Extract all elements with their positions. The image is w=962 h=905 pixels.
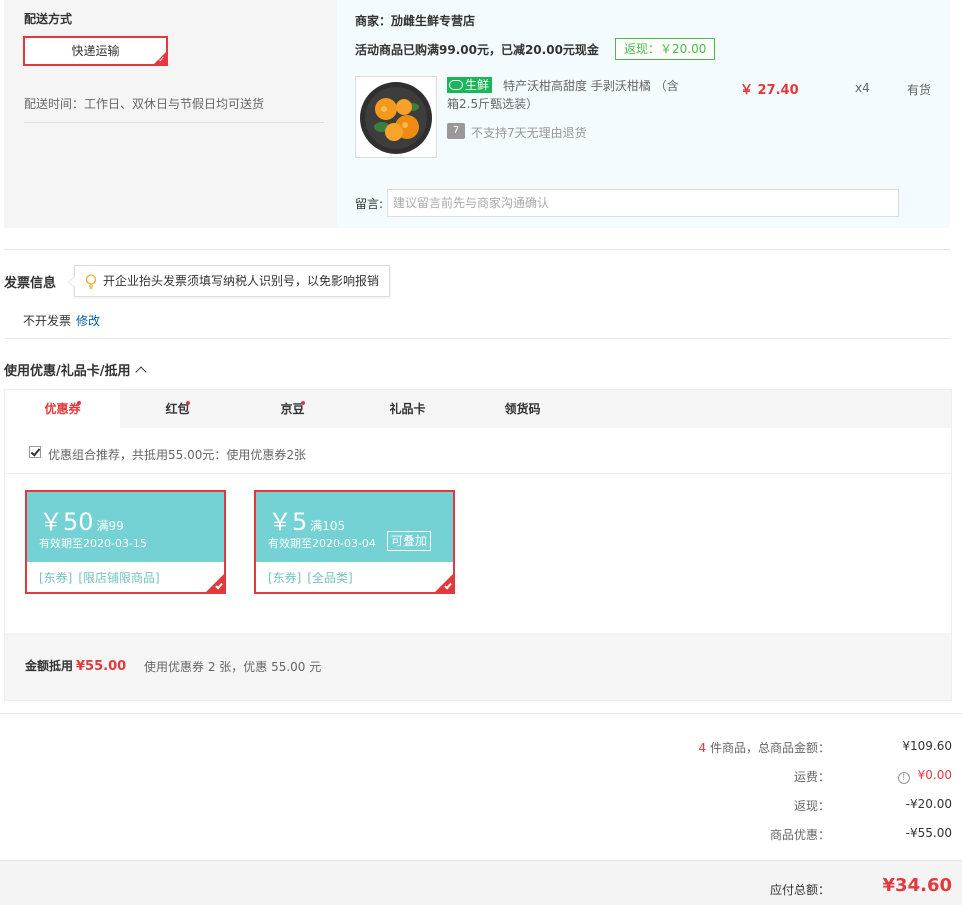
invoice-tip-text: 开企业抬头发票须填写纳税人识别号，以免影响报销 — [103, 274, 380, 288]
chevron-up-icon — [134, 366, 147, 378]
coupon-scope: [东券] [限店铺限商品] — [39, 569, 166, 586]
combo-text: 优惠组合推荐，共抵用55.00元：使用优惠券2张 — [48, 448, 306, 462]
total-amount: ¥109.60 — [902, 739, 952, 753]
coupon-list: 优惠组合推荐，共抵用55.00元：使用优惠券2张 ￥50 满99 有效期至2020… — [5, 428, 951, 633]
coupon-condition: 满99 — [96, 519, 124, 533]
tab-label: 领货码 — [504, 402, 541, 416]
summary-discount-row: 商品优惠： -¥55.00 — [0, 826, 962, 846]
coupon-value: ￥50 — [39, 508, 94, 536]
coupon-section-title: 使用优惠/礼品卡/抵用 — [4, 364, 131, 379]
coupon-expiry: 有效期至2020-03-15 — [39, 537, 147, 550]
payable-label: 应付总额： — [769, 883, 830, 897]
discount-amount: -¥55.00 — [905, 826, 952, 840]
shipping-amount: ¥0.00 — [917, 768, 952, 782]
payable-amount: ¥34.60 — [882, 875, 952, 896]
stock-status: 有货 — [907, 83, 932, 97]
tip-arrow-inner — [69, 277, 75, 287]
invoice-edit-link[interactable]: 修改 — [76, 314, 100, 328]
info-icon[interactable]: ! — [897, 772, 910, 784]
divider — [0, 713, 962, 714]
coupon-header: ￥5 满105 有效期至2020-03-04 可叠加 — [256, 492, 453, 562]
express-shipping-option[interactable]: 快递运输 ✓ — [23, 36, 168, 66]
tab-gift-card[interactable]: 礼品卡 — [350, 390, 465, 428]
summary-rebate-row: 返现： -¥20.00 — [0, 797, 962, 817]
coupon-card[interactable]: ￥5 满105 有效期至2020-03-04 可叠加 [东券] [全品类] — [254, 490, 455, 594]
rebate-badge: 返现：￥20.00 — [615, 38, 716, 60]
remark-label: 留言: — [355, 197, 384, 211]
coupon-panel: 优惠券 红包 京豆 礼品卡 领货码 优惠组合推荐，共抵用55.00元：使用优惠券… — [4, 389, 952, 701]
tab-jd-beans[interactable]: 京豆 — [235, 390, 350, 428]
summary-total-row: 4 件商品，总商品金额： ¥109.60 — [0, 739, 962, 759]
payable-bar: 应付总额： ¥34.60 — [0, 860, 962, 905]
shipping-label: 运费： — [793, 770, 830, 784]
divider — [4, 249, 950, 250]
divider — [4, 338, 950, 339]
discount-label: 商品优惠： — [769, 828, 830, 842]
dot-indicator — [186, 401, 190, 405]
tab-redeem-code[interactable]: 领货码 — [465, 390, 580, 428]
dot-indicator — [301, 401, 305, 405]
coupon-amount: ￥50 满99 — [39, 502, 124, 537]
coupon-tabs: 优惠券 红包 京豆 礼品卡 领货码 — [5, 390, 951, 428]
tab-label: 礼品卡 — [389, 402, 426, 416]
lightbulb-icon — [85, 274, 97, 289]
invoice-tip: 开企业抬头发票须填写纳税人识别号，以免影响报销 — [68, 265, 391, 297]
deduction-label: 金额抵用 ¥55.00 — [25, 657, 126, 674]
shipping-title: 配送方式 — [24, 12, 73, 26]
combo-recommendation: 优惠组合推荐，共抵用55.00元：使用优惠券2张 — [5, 428, 951, 474]
no-return-icon: 7 — [447, 123, 465, 139]
delivery-time: 配送时间：工作日、双休日与节假日均可送货 — [24, 95, 324, 123]
summary-shipping-row: 运费： ! ¥0.00 — [0, 768, 962, 788]
shipping-value: ! ¥0.00 — [897, 768, 952, 784]
check-icon: ✓ — [158, 55, 165, 64]
coupon-section-toggle[interactable]: 使用优惠/礼品卡/抵用 — [4, 360, 147, 379]
product-image[interactable] — [355, 76, 437, 158]
coupon-header: ￥50 满99 有效期至2020-03-15 — [27, 492, 224, 562]
combo-checkbox[interactable] — [29, 446, 41, 458]
tab-red-packets[interactable]: 红包 — [120, 390, 235, 428]
invoice-status-text: 不开发票 — [23, 314, 72, 328]
item-count-suffix: 件商品，总商品金额： — [706, 741, 830, 755]
fresh-tag: 生鲜 — [447, 77, 493, 93]
shop-section: 商家：劢雌生鲜专营店 活动商品已购满99.00元，已减20.00元现金 返现：￥… — [337, 0, 950, 228]
deduction-summary: 金额抵用 ¥55.00 使用优惠券 2 张，优惠 55.00 元 — [5, 633, 951, 701]
rebate-label: 返现： — [793, 799, 830, 813]
invoice-title: 发票信息 — [4, 276, 57, 291]
fresh-tag-icon — [449, 80, 463, 90]
coupon-amount: ￥5 满105 — [268, 502, 345, 537]
dot-indicator — [77, 401, 81, 405]
stackable-badge: 可叠加 — [387, 531, 432, 551]
summary-count-label: 4 件商品，总商品金额： — [699, 739, 830, 756]
remark-input[interactable] — [387, 189, 899, 217]
coupon-condition: 满105 — [310, 519, 346, 533]
order-package: 配送方式 快递运输 ✓ 配送时间：工作日、双休日与节假日均可送货 商家：劢雌生鲜… — [4, 0, 950, 228]
coupon-type: [东券] — [268, 571, 302, 585]
coupon-range: [全品类] — [307, 571, 353, 585]
coupon-scope: [东券] [全品类] — [268, 569, 359, 586]
return-policy: 不支持7天无理由退货 — [471, 126, 587, 140]
promo-text: 活动商品已购满99.00元，已减20.00元现金 — [355, 43, 599, 57]
tab-label: 优惠券 — [44, 402, 81, 416]
invoice-status: 不开发票 修改 — [23, 312, 100, 329]
rebate-amount: -¥20.00 — [905, 797, 952, 811]
coupon-card[interactable]: ￥50 满99 有效期至2020-03-15 [东券] [限店铺限商品] — [25, 490, 226, 594]
product-quantity: x4 — [855, 81, 870, 95]
coupon-value: ￥5 — [268, 508, 308, 536]
deduction-amount: ¥55.00 — [76, 659, 127, 674]
shipping-section: 配送方式 快递运输 ✓ 配送时间：工作日、双休日与节假日均可送货 — [4, 0, 334, 228]
product-price: ￥ 27.40 — [740, 83, 799, 98]
coupon-range: [限店铺限商品] — [78, 571, 160, 585]
coupon-type: [东券] — [39, 571, 73, 585]
shipping-option-label: 快递运输 — [71, 44, 120, 58]
deduction-title: 金额抵用 — [25, 659, 74, 673]
deduction-description: 使用优惠券 2 张，优惠 55.00 元 — [144, 660, 322, 674]
tab-coupons[interactable]: 优惠券 — [5, 390, 120, 428]
coupon-expiry: 有效期至2020-03-04 — [268, 537, 376, 550]
fresh-tag-label: 生鲜 — [465, 78, 490, 92]
shop-name: 商家：劢雌生鲜专营店 — [355, 14, 476, 28]
orange-image — [356, 77, 436, 157]
